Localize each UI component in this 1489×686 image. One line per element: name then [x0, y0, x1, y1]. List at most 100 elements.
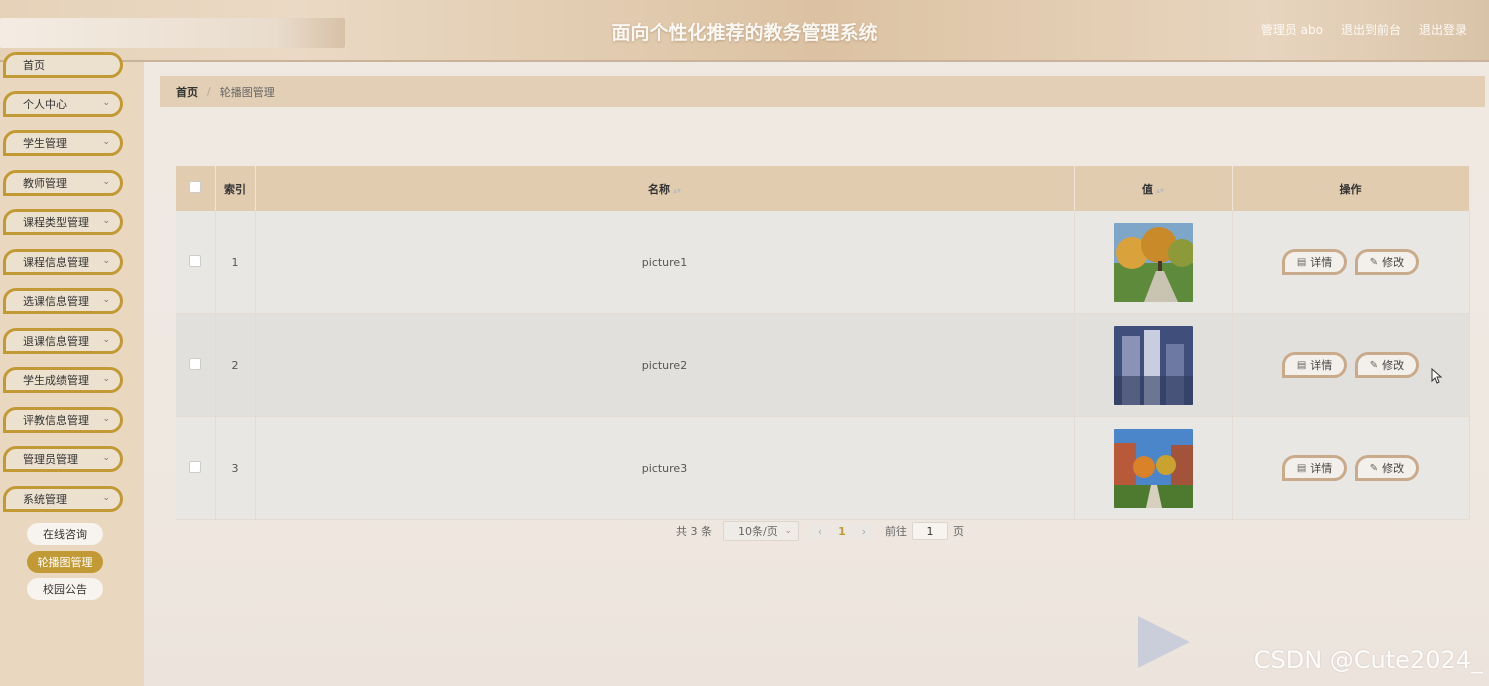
edit-button[interactable]: ✎ 修改 — [1354, 352, 1420, 378]
sidebar-item-label: 首页 — [23, 59, 45, 72]
goto-suffix: 页 — [953, 525, 964, 538]
sidebar-item-admins[interactable]: 管理员管理 ⌄ — [3, 446, 123, 472]
sidebar-item-label: 学生成绩管理 — [23, 374, 89, 387]
pagination: 共 3 条 10条/页 ⌄ ‹ 1 › 前往 页 — [676, 521, 964, 541]
sidebar-item-label: 课程信息管理 — [23, 256, 89, 269]
sidebar-item-label: 学生管理 — [23, 137, 67, 150]
sidebar: 首页 个人中心 ⌄ 学生管理 ⌄ 教师管理 ⌄ 课程类型管理 ⌄ 课程信息管理 ⌄ 选课信… — [0, 52, 144, 686]
sidebar-item-students[interactable]: 学生管理 ⌄ — [3, 130, 123, 156]
chevron-down-icon: ⌄ — [102, 137, 110, 147]
sidebar-item-course-types[interactable]: 课程类型管理 ⌄ — [3, 209, 123, 235]
page-size-value: 10条/页 — [738, 525, 778, 538]
sidebar-item-label: 评教信息管理 — [23, 414, 89, 427]
submenu-campus-notice[interactable]: 校园公告 — [27, 578, 103, 600]
row-checkbox[interactable] — [189, 254, 202, 267]
sidebar-item-label: 管理员管理 — [23, 453, 78, 466]
current-user[interactable]: 管理员 abo — [1261, 21, 1323, 38]
pencil-icon: ✎ — [1369, 359, 1379, 371]
pagination-total: 共 3 条 — [676, 525, 712, 538]
column-header-name[interactable]: 名称 ▴▾ — [255, 166, 1075, 211]
carousel-image-thumbnail[interactable] — [1113, 428, 1193, 508]
row-select-cell — [176, 416, 216, 520]
detail-button[interactable]: ▤ 详情 — [1281, 352, 1348, 378]
row-name: picture2 — [255, 313, 1075, 417]
document-icon: ▤ — [1296, 256, 1307, 268]
sort-icon[interactable]: ▴▾ — [1156, 186, 1164, 195]
sidebar-item-label: 教师管理 — [23, 177, 67, 190]
row-name: picture1 — [255, 211, 1075, 314]
row-index: 3 — [215, 416, 256, 520]
breadcrumb-separator: / — [207, 85, 211, 98]
sidebar-item-label: 退课信息管理 — [23, 335, 89, 348]
table-row: 2 picture2 ▤ 详情 ✎ 修改 — [176, 313, 1470, 417]
column-header-index: 索引 — [215, 166, 256, 211]
table-row: 3 picture3 ▤ 详情 ✎ 修改 — [176, 416, 1470, 520]
submenu-online-consult[interactable]: 在线咨询 — [27, 523, 103, 545]
submenu-carousel-management[interactable]: 轮播图管理 — [27, 551, 103, 573]
row-index: 2 — [215, 313, 256, 417]
exit-to-front-link[interactable]: 退出到前台 — [1341, 21, 1401, 38]
prev-page-icon[interactable]: ‹ — [810, 523, 830, 539]
sidebar-item-course-withdrawal[interactable]: 退课信息管理 ⌄ — [3, 328, 123, 354]
sidebar-item-grades[interactable]: 学生成绩管理 ⌄ — [3, 367, 123, 393]
row-checkbox[interactable] — [189, 357, 202, 370]
detail-button[interactable]: ▤ 详情 — [1281, 249, 1348, 275]
table-row: 1 picture1 ▤ 详情 ✎ 修改 — [176, 211, 1470, 314]
watermark: CSDN @Cute2024_ — [1253, 646, 1483, 674]
sidebar-item-course-info[interactable]: 课程信息管理 ⌄ — [3, 249, 123, 275]
sidebar-item-personal-center[interactable]: 个人中心 ⌄ — [3, 91, 123, 117]
sidebar-item-home[interactable]: 首页 — [3, 52, 123, 78]
chevron-down-icon: ⌄ — [102, 177, 110, 187]
mouse-cursor-icon — [1431, 368, 1443, 384]
row-ops-cell: ▤ 详情 ✎ 修改 — [1232, 211, 1470, 314]
top-header: 面向个性化推荐的教务管理系统 管理员 abo 退出到前台 退出登录 — [0, 0, 1489, 62]
column-header-value[interactable]: 值 ▴▾ — [1074, 166, 1233, 211]
next-page-icon[interactable]: › — [854, 523, 874, 539]
sidebar-item-evaluation[interactable]: 评教信息管理 ⌄ — [3, 407, 123, 433]
chevron-down-icon: ⌄ — [784, 526, 792, 536]
document-icon: ▤ — [1296, 462, 1307, 474]
row-value-cell — [1074, 416, 1233, 520]
edit-button-label: 修改 — [1382, 359, 1405, 372]
row-checkbox[interactable] — [189, 460, 202, 473]
row-select-cell — [176, 313, 216, 417]
detail-button-label: 详情 — [1310, 462, 1333, 475]
chevron-down-icon: ⌄ — [102, 335, 110, 345]
goto-page-input[interactable] — [912, 522, 948, 540]
page-size-select[interactable]: 10条/页 ⌄ — [723, 521, 799, 541]
ev-logo-icon — [1138, 616, 1190, 668]
detail-button[interactable]: ▤ 详情 — [1281, 455, 1348, 481]
page-number-current[interactable]: 1 — [833, 523, 851, 539]
sidebar-item-system[interactable]: 系统管理 ⌄ — [3, 486, 123, 512]
chevron-down-icon: ⌄ — [102, 216, 110, 226]
row-ops-cell: ▤ 详情 ✎ 修改 — [1232, 416, 1470, 520]
page-jumper: 前往 页 — [885, 522, 964, 540]
sidebar-item-course-selection[interactable]: 选课信息管理 ⌄ — [3, 288, 123, 314]
carousel-image-thumbnail[interactable] — [1113, 325, 1193, 405]
carousel-image-thumbnail[interactable] — [1113, 222, 1193, 302]
table-header-row: 索引 名称 ▴▾ 值 ▴▾ 操作 — [176, 166, 1470, 211]
chevron-down-icon: ⌄ — [102, 256, 110, 266]
sidebar-item-label: 课程类型管理 — [23, 216, 89, 229]
breadcrumb-current: 轮播图管理 — [219, 85, 275, 99]
chevron-down-icon: ⌄ — [102, 453, 110, 463]
row-name: picture3 — [255, 416, 1075, 520]
row-index: 1 — [215, 211, 256, 314]
breadcrumb-home[interactable]: 首页 — [176, 84, 198, 100]
logout-link[interactable]: 退出登录 — [1419, 21, 1467, 38]
column-header-ops: 操作 — [1232, 166, 1470, 211]
main-content: 首页 / 轮播图管理 索引 名称 ▴▾ 值 ▴▾ 操作 1 picture1 ▤… — [144, 62, 1489, 686]
edit-button[interactable]: ✎ 修改 — [1354, 455, 1420, 481]
select-all-checkbox[interactable] — [189, 181, 202, 193]
carousel-table: 索引 名称 ▴▾ 值 ▴▾ 操作 1 picture1 ▤ 详情 ✎ 修改 2 … — [176, 166, 1470, 520]
document-icon: ▤ — [1296, 359, 1307, 371]
chevron-down-icon: ⌄ — [102, 493, 110, 503]
row-value-cell — [1074, 211, 1233, 314]
sidebar-item-label: 个人中心 — [23, 98, 67, 111]
sort-icon[interactable]: ▴▾ — [673, 186, 681, 195]
pencil-icon: ✎ — [1369, 256, 1379, 268]
chevron-down-icon: ⌄ — [102, 295, 110, 305]
sidebar-item-label: 选课信息管理 — [23, 295, 89, 308]
sidebar-item-teachers[interactable]: 教师管理 ⌄ — [3, 170, 123, 196]
edit-button[interactable]: ✎ 修改 — [1354, 249, 1420, 275]
